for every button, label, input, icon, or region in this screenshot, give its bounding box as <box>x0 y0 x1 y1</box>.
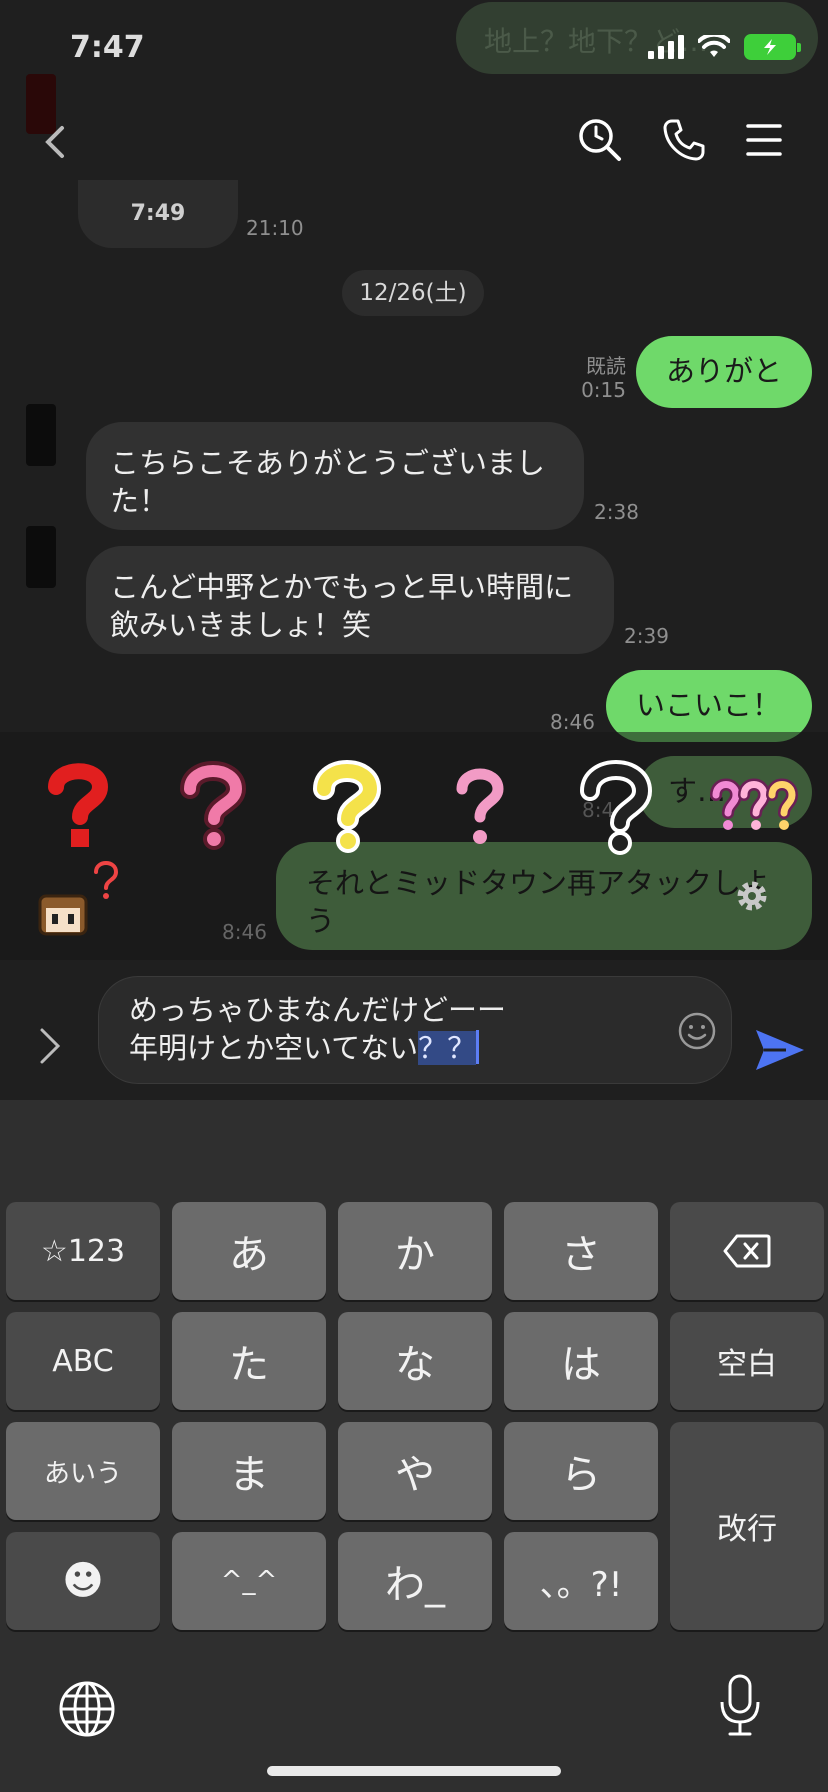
key-emoji[interactable]: ☻ <box>6 1532 160 1630</box>
key-symbols-123[interactable]: ☆123 <box>6 1202 160 1300</box>
message-input[interactable]: めっちゃひまなんだけどーー 年明けとか空いてない？？ <box>98 976 732 1084</box>
home-indicator[interactable] <box>267 1766 561 1776</box>
menu-icon[interactable] <box>740 116 788 164</box>
avatar[interactable] <box>26 526 56 588</box>
key-kaomoji[interactable]: ^_^ <box>172 1532 326 1630</box>
message-time: 8:46 <box>222 920 267 944</box>
key-ta[interactable]: た <box>172 1312 326 1410</box>
search-icon[interactable] <box>576 116 624 164</box>
key-wa[interactable]: わ_ <box>338 1532 492 1630</box>
cellular-signal-icon <box>648 35 684 59</box>
key-ha[interactable]: は <box>504 1312 658 1410</box>
selected-text: ？？ <box>418 1031 477 1065</box>
message-time: 8:46 <box>550 710 595 734</box>
voice-call-duration: 7:49 <box>130 201 186 226</box>
character-with-question-sticker[interactable] <box>36 856 126 940</box>
status-icons <box>648 34 801 60</box>
red-question-mark-sticker[interactable] <box>28 755 128 855</box>
key-ra[interactable]: ら <box>504 1422 658 1520</box>
read-receipt: 既読 0:15 <box>581 354 626 402</box>
key-return[interactable]: 改行 <box>670 1422 824 1630</box>
text-caret <box>476 1030 480 1064</box>
message-composer: めっちゃひまなんだけどーー 年明けとか空いてない？？ <box>0 960 828 1100</box>
chat-header <box>0 96 828 186</box>
key-kana-mode[interactable]: あいう <box>6 1422 160 1520</box>
message-time: 21:10 <box>246 216 304 240</box>
phone-call-icon[interactable] <box>660 116 708 164</box>
send-icon[interactable] <box>754 1026 806 1074</box>
wifi-icon <box>698 35 730 57</box>
status-time: 7:47 <box>70 30 145 65</box>
chat-bubble-outgoing[interactable]: ありがと <box>636 336 812 408</box>
message-input-text[interactable]: めっちゃひまなんだけどーー 年明けとか空いてない？？ <box>129 991 506 1067</box>
globe-icon[interactable] <box>58 1680 116 1738</box>
key-ka[interactable]: か <box>338 1202 492 1300</box>
yellow-question-mark-sticker[interactable] <box>296 755 396 855</box>
key-ma[interactable]: ま <box>172 1422 326 1520</box>
outline-question-mark-sticker[interactable] <box>564 755 664 855</box>
triple-question-marks-sticker[interactable] <box>706 755 806 855</box>
message-time: 2:39 <box>624 624 669 648</box>
microphone-icon[interactable] <box>718 1674 762 1738</box>
chat-bubble-incoming[interactable]: こんど中野とかでもっと早い時間に飲みいきましょ！笑 <box>86 546 614 654</box>
date-separator: 12/26(土) <box>342 270 484 316</box>
gear-icon[interactable] <box>732 876 772 916</box>
key-a[interactable]: あ <box>172 1202 326 1300</box>
voice-call-card[interactable]: 7:49 <box>78 180 238 248</box>
key-backspace[interactable] <box>670 1202 824 1300</box>
key-na[interactable]: な <box>338 1312 492 1410</box>
key-sa[interactable]: さ <box>504 1202 658 1300</box>
pink-question-mark-sticker[interactable] <box>162 755 262 855</box>
status-bar: 7:47 <box>0 0 828 96</box>
message-time: 2:38 <box>594 500 639 524</box>
key-ya[interactable]: や <box>338 1422 492 1520</box>
key-punctuation[interactable]: 、。?! <box>504 1532 658 1630</box>
chat-bubble-incoming[interactable]: こちらこそありがとうございました！ <box>86 422 584 530</box>
backspace-icon <box>723 1234 771 1268</box>
battery-icon <box>744 34 801 60</box>
back-arrow-icon[interactable] <box>36 122 76 162</box>
avatar[interactable] <box>26 404 56 466</box>
chevron-right-icon[interactable] <box>34 1026 64 1066</box>
emoji-icon[interactable] <box>677 1011 717 1051</box>
pink-thin-question-mark-sticker[interactable] <box>428 755 528 855</box>
japanese-keyboard: ☆123 あ か さ ABC た な は 空白 あいう ま や ら 改行 ☻ ^… <box>0 1100 828 1792</box>
key-abc[interactable]: ABC <box>6 1312 160 1410</box>
key-space[interactable]: 空白 <box>670 1312 824 1410</box>
